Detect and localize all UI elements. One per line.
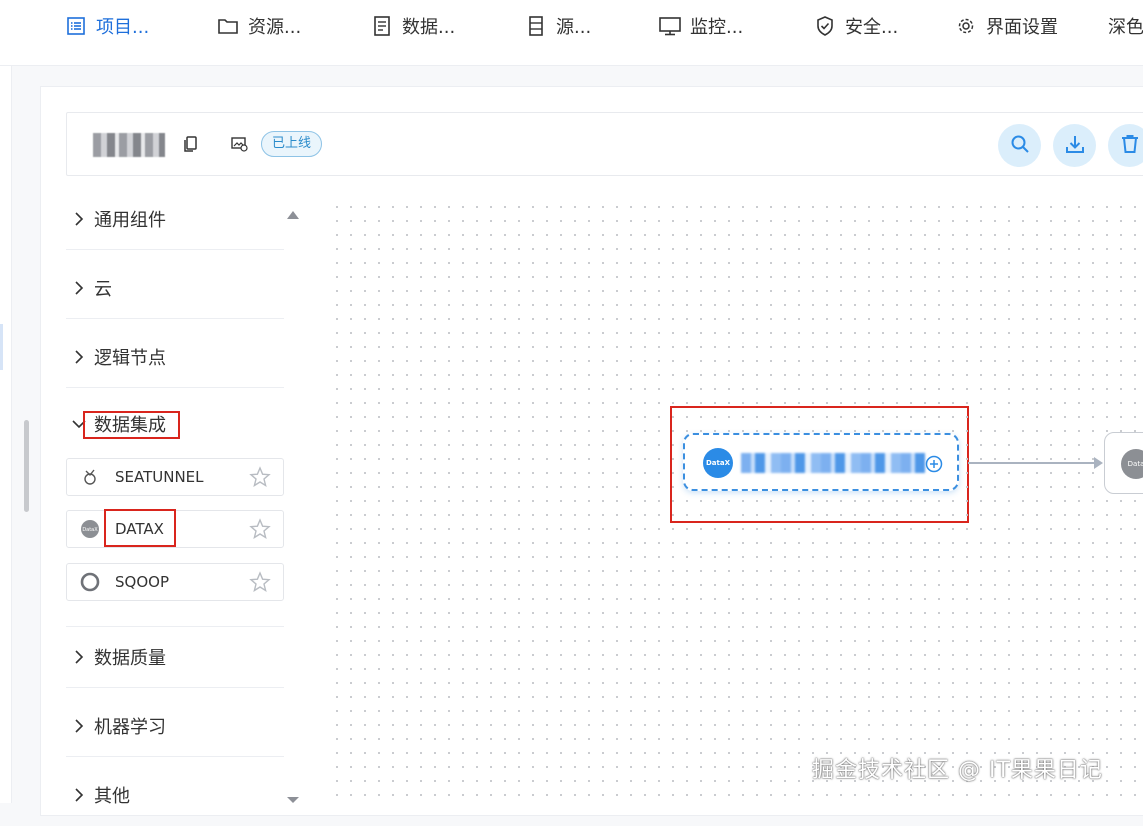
nav-item-resources[interactable]: 资源... — [216, 14, 301, 38]
gear-icon — [956, 14, 976, 38]
datax-logo: Data — [1121, 449, 1143, 479]
nav-item-security[interactable]: 安全... — [813, 14, 898, 38]
monitor-icon — [658, 14, 682, 38]
downstream-task-node[interactable]: Data — [1104, 432, 1143, 494]
workflow-canvas[interactable] — [330, 200, 1143, 803]
nav-item-label: 项目... — [96, 17, 150, 38]
group-data-integration[interactable]: 数据集成 — [66, 393, 284, 455]
group-label: 通用组件 — [94, 209, 166, 231]
nav-item-project[interactable]: 项目... — [64, 14, 149, 38]
star-icon[interactable] — [249, 518, 271, 540]
task-name-redacted — [741, 453, 925, 473]
datax-task-node[interactable]: DataX — [683, 433, 959, 491]
delete-icon — [1119, 133, 1141, 159]
group-label: 数据质量 — [94, 648, 166, 669]
star-icon[interactable] — [249, 571, 271, 593]
component-label: DATAX — [115, 520, 164, 538]
search-icon — [1009, 133, 1031, 159]
chevron-down-icon — [68, 419, 90, 429]
group-machine-learning[interactable]: 机器学习 — [66, 695, 284, 757]
nav-item-source[interactable]: 源... — [524, 14, 591, 38]
document-icon — [370, 14, 394, 38]
seatunnel-icon — [79, 466, 101, 488]
delete-button[interactable] — [1108, 124, 1143, 167]
menu-active-marker — [0, 324, 3, 370]
shield-icon — [813, 14, 837, 38]
edge-arrowhead — [1094, 457, 1103, 469]
group-label: 逻辑节点 — [94, 347, 166, 369]
download-button[interactable] — [1053, 124, 1096, 167]
nav-item-monitor[interactable]: 监控... — [658, 14, 743, 38]
sqoop-icon — [79, 571, 101, 593]
collapsed-left-menu — [0, 66, 12, 803]
nav-item-label: 数据... — [402, 17, 456, 38]
svg-text:DataX: DataX — [82, 527, 98, 533]
group-label: 云 — [94, 278, 112, 300]
group-label: 数据集成 — [94, 415, 166, 436]
nav-item-dark-mode[interactable]: 深色 — [1108, 14, 1143, 38]
group-label: 其他 — [94, 786, 130, 807]
scroll-up-arrow-icon[interactable] — [287, 211, 299, 219]
nav-item-data[interactable]: 数据... — [370, 14, 455, 38]
image-icon[interactable] — [230, 135, 248, 153]
datax-logo: DataX — [703, 448, 733, 478]
component-palette: 通用组件 云 逻辑节点 数据集成 SEATUNNEL DataX DATAX S… — [66, 188, 286, 807]
chevron-right-icon — [68, 211, 90, 227]
group-logic-nodes[interactable]: 逻辑节点 — [66, 326, 284, 388]
nav-item-label: 监控... — [690, 17, 744, 38]
group-other[interactable]: 其他 — [66, 764, 284, 826]
nav-item-label: 安全... — [845, 17, 899, 38]
status-badge: 已上线 — [261, 131, 323, 157]
list-icon — [64, 14, 88, 38]
nav-item-label: 源... — [556, 17, 592, 38]
nav-item-label: 界面设置 — [986, 17, 1058, 38]
chevron-right-icon — [68, 280, 90, 296]
top-navigation: 项目... 资源... 数据... 源... 监控... 安全... 界面设置 … — [0, 0, 1143, 66]
left-scrollbar[interactable] — [24, 420, 29, 512]
chevron-right-icon — [68, 787, 90, 803]
component-label: SQOOP — [115, 573, 169, 591]
chevron-right-icon — [68, 349, 90, 365]
watermark: 掘金技术社区 @ IT果果日记 — [812, 758, 1103, 783]
component-seatunnel[interactable]: SEATUNNEL — [66, 458, 284, 496]
component-label: SEATUNNEL — [115, 468, 204, 486]
nav-item-label: 资源... — [248, 17, 302, 38]
group-label: 机器学习 — [94, 716, 166, 738]
folder-icon — [216, 14, 240, 38]
workflow-toolbar: 已上线 — [66, 112, 1143, 176]
datax-icon: DataX — [79, 518, 101, 540]
component-sqoop[interactable]: SQOOP — [66, 563, 284, 601]
group-data-quality[interactable]: 数据质量 — [66, 626, 284, 688]
chevron-right-icon — [68, 718, 90, 734]
copy-icon[interactable] — [181, 135, 199, 153]
nav-item-label: 深色 — [1108, 17, 1143, 38]
add-connection-icon[interactable] — [925, 455, 943, 473]
download-icon — [1064, 133, 1086, 159]
nav-item-ui-settings[interactable]: 界面设置 — [956, 14, 1058, 38]
group-cloud[interactable]: 云 — [66, 257, 284, 319]
scroll-down-arrow-icon[interactable] — [287, 797, 299, 803]
star-icon[interactable] — [249, 466, 271, 488]
workflow-name-redacted — [93, 133, 165, 157]
search-button[interactable] — [998, 124, 1041, 167]
group-general-components[interactable]: 通用组件 — [66, 188, 284, 250]
chevron-right-icon — [68, 649, 90, 665]
component-datax[interactable]: DataX DATAX — [66, 510, 284, 548]
database-icon — [524, 14, 548, 38]
connection-edge[interactable] — [968, 462, 1096, 464]
